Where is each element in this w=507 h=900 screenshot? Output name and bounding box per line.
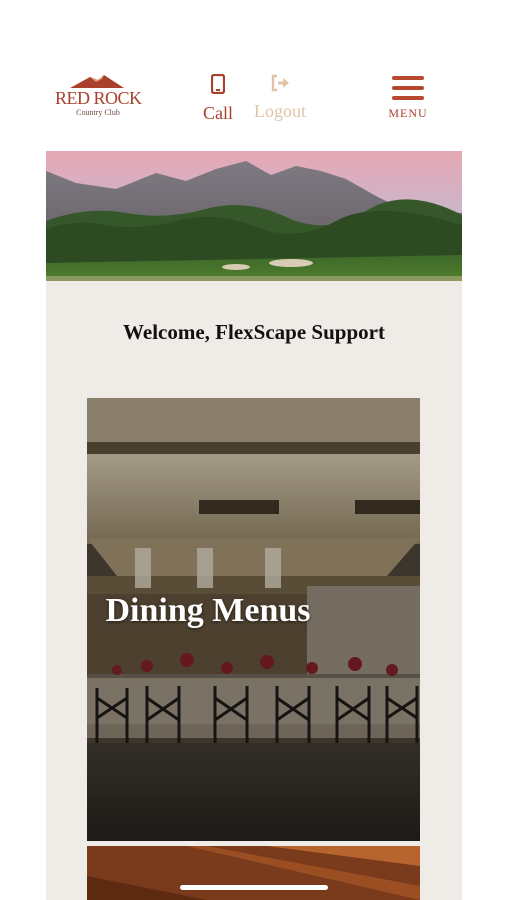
mountain-logo-icon [70, 75, 124, 88]
card-preview-image [87, 846, 420, 900]
menu-label: MENU [388, 106, 428, 120]
phone-icon [210, 73, 226, 95]
logout-button[interactable]: Logout [250, 74, 310, 121]
top-navigation-bar: RED ROCK Country Club Call Logout MENU [46, 0, 462, 151]
dining-menus-title: Dining Menus [105, 592, 311, 629]
home-indicator[interactable] [180, 885, 328, 890]
red-rock-logo[interactable]: RED ROCK Country Club [55, 74, 142, 122]
hamburger-menu-icon [386, 76, 430, 100]
logout-label: Logout [254, 101, 306, 121]
call-label: Call [203, 103, 233, 123]
welcome-heading: Welcome, FlexScape Support [123, 320, 385, 344]
logout-icon [271, 74, 289, 92]
logo-name: RED ROCK [55, 88, 142, 108]
next-card-preview[interactable] [87, 846, 420, 900]
logo-subtitle: Country Club [76, 108, 120, 117]
app-page: RED ROCK Country Club Call Logout MENU W… [46, 0, 462, 900]
menu-button[interactable]: MENU [386, 76, 430, 121]
call-button[interactable]: Call [194, 73, 242, 123]
hero-landscape-image [46, 151, 462, 281]
